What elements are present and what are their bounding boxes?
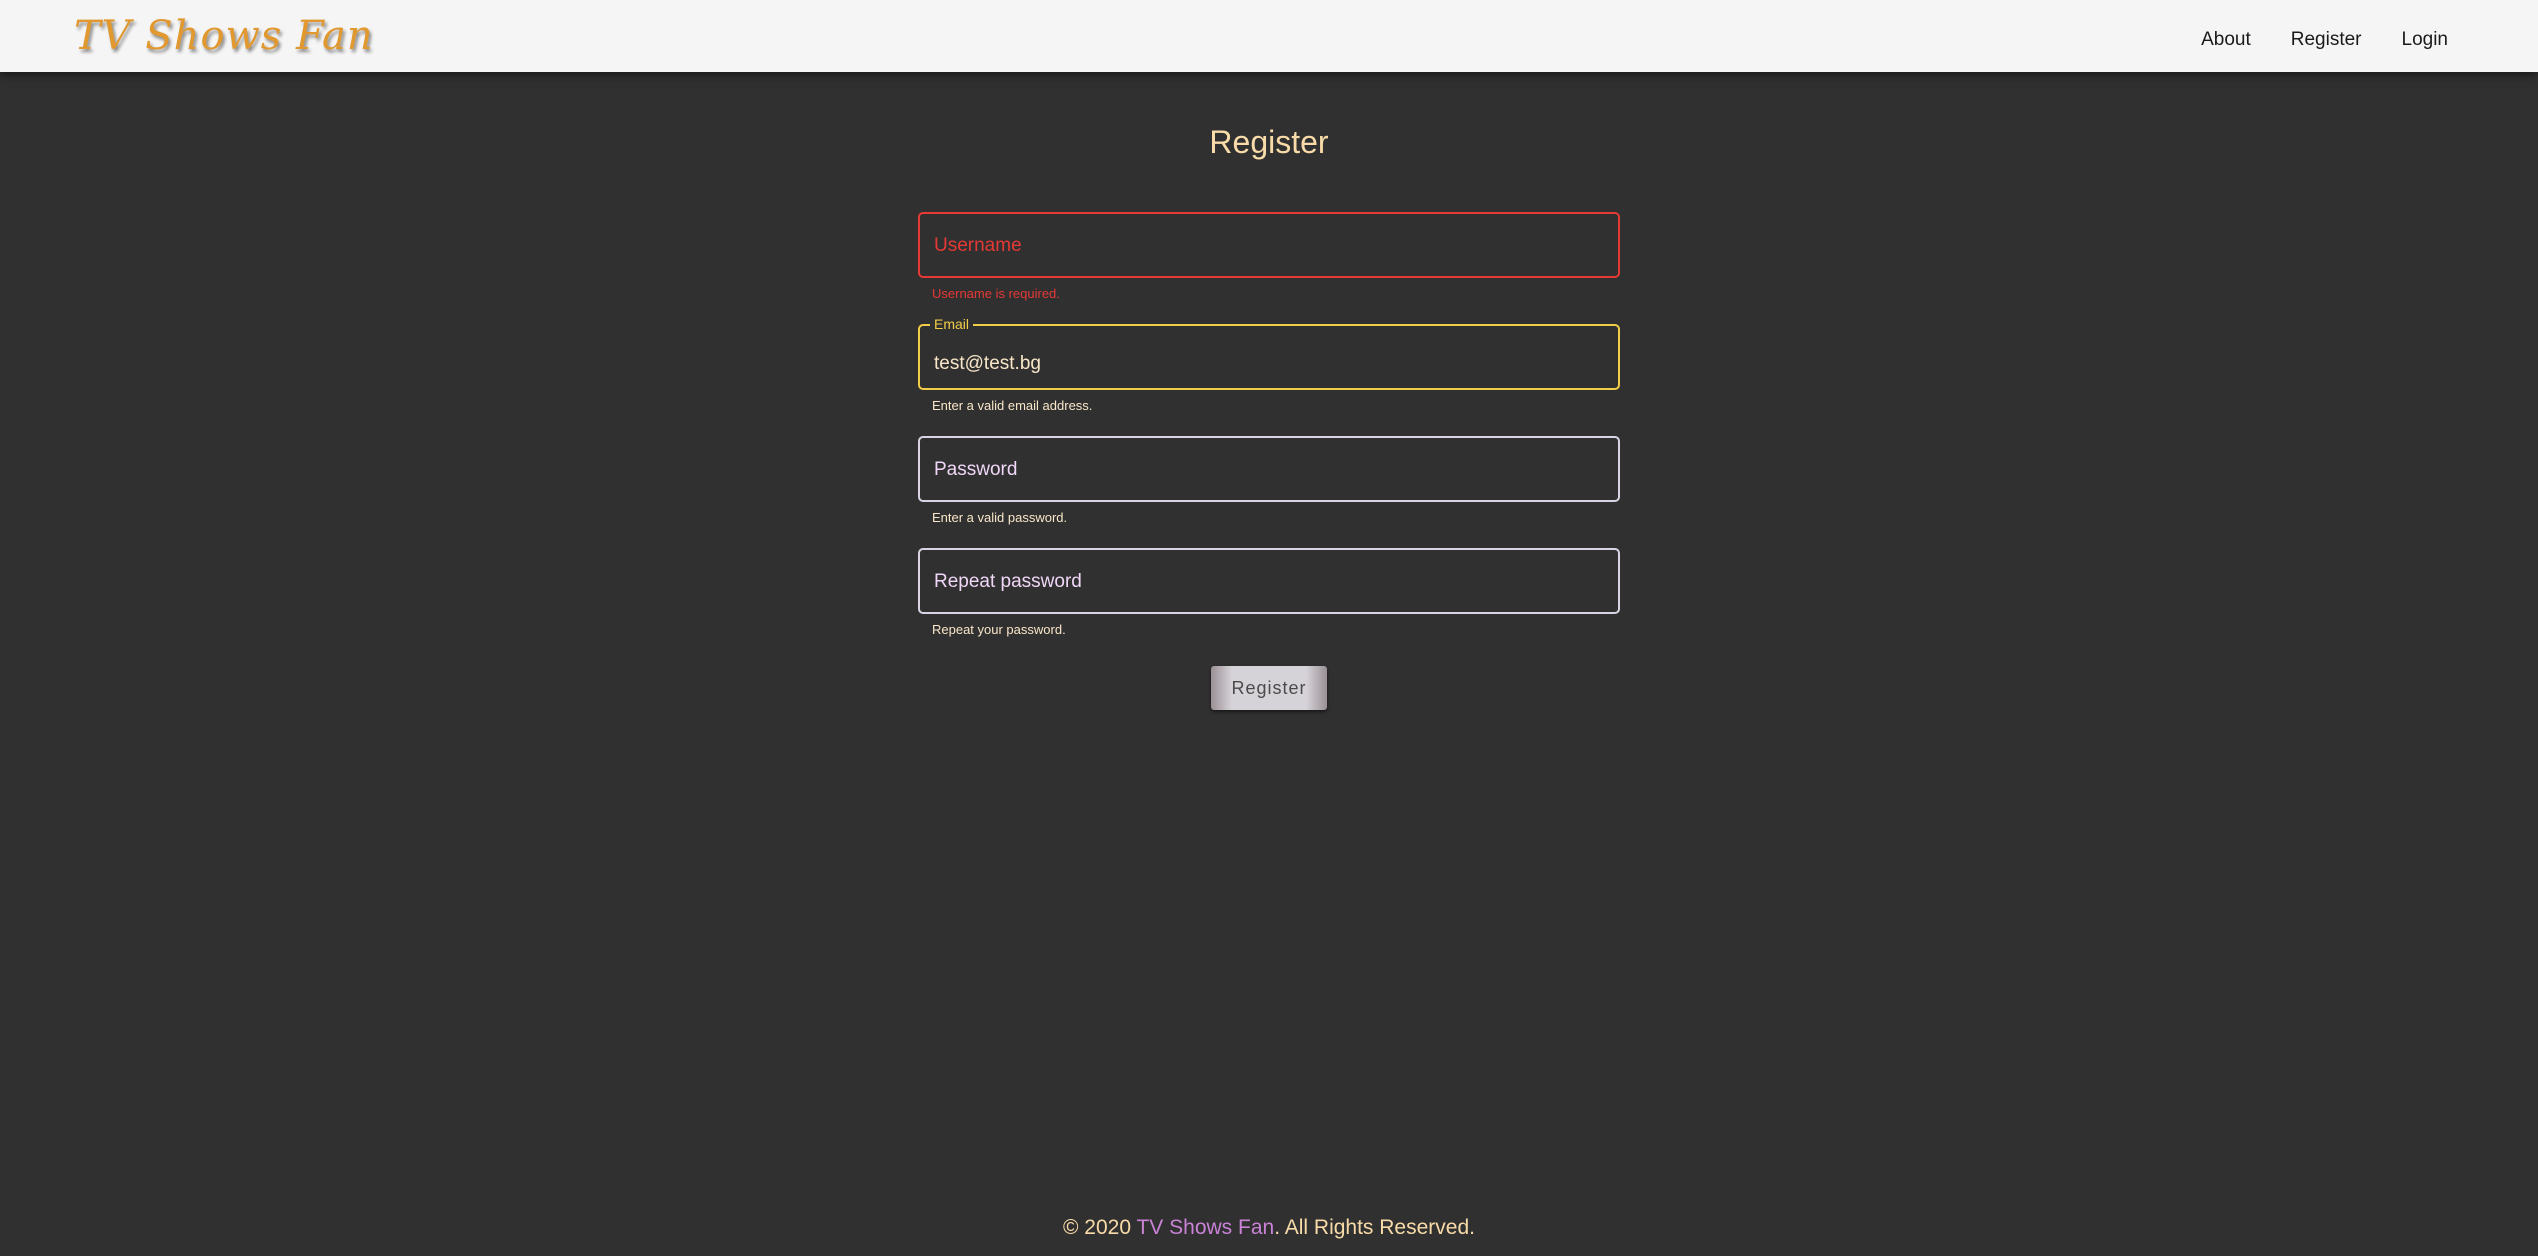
register-form: Username Username is required. Email tes… [918, 212, 1620, 660]
brand-logo[interactable]: TV Shows Fan [74, 10, 374, 62]
repeat-password-placeholder: Repeat password [934, 571, 1082, 592]
email-label: Email [930, 314, 974, 334]
username-input[interactable]: Username [918, 212, 1620, 278]
footer-copyright: © 2020 [1063, 1216, 1137, 1239]
email-field-group: Email test@test.bg Enter a valid email a… [918, 314, 1620, 436]
submit-wrap: Register [0, 666, 2538, 710]
nav-link-register[interactable]: Register [2291, 29, 2362, 51]
top-navbar: TV Shows Fan About Register Login [0, 0, 2538, 72]
email-hint: Enter a valid email address. [932, 398, 1093, 413]
nav-link-login[interactable]: Login [2402, 29, 2449, 51]
register-button[interactable]: Register [1211, 666, 1327, 710]
username-error: Username is required. [932, 286, 1060, 301]
footer-brand-link[interactable]: TV Shows Fan [1136, 1216, 1274, 1239]
page-title: Register [1209, 124, 1329, 160]
repeat-password-hint: Repeat your password. [932, 622, 1066, 637]
footer: © 2020 TV Shows Fan. All Rights Reserved… [0, 1216, 2538, 1240]
username-placeholder: Username [934, 235, 1022, 256]
password-hint: Enter a valid password. [932, 510, 1068, 525]
email-value: test@test.bg [934, 353, 1041, 374]
nav-link-about[interactable]: About [2201, 29, 2251, 51]
footer-rights: . All Rights Reserved. [1274, 1216, 1475, 1239]
repeat-password-input[interactable]: Repeat password [918, 548, 1620, 614]
username-field-group: Username Username is required. [918, 212, 1620, 324]
password-placeholder: Password [934, 459, 1018, 480]
password-field-group: Password Enter a valid password. [918, 436, 1620, 548]
password-input[interactable]: Password [918, 436, 1620, 502]
repeat-password-field-group: Repeat password Repeat your password. [918, 548, 1620, 660]
email-input[interactable]: Email test@test.bg [918, 314, 1620, 390]
nav-links: About Register Login [2161, 0, 2448, 80]
